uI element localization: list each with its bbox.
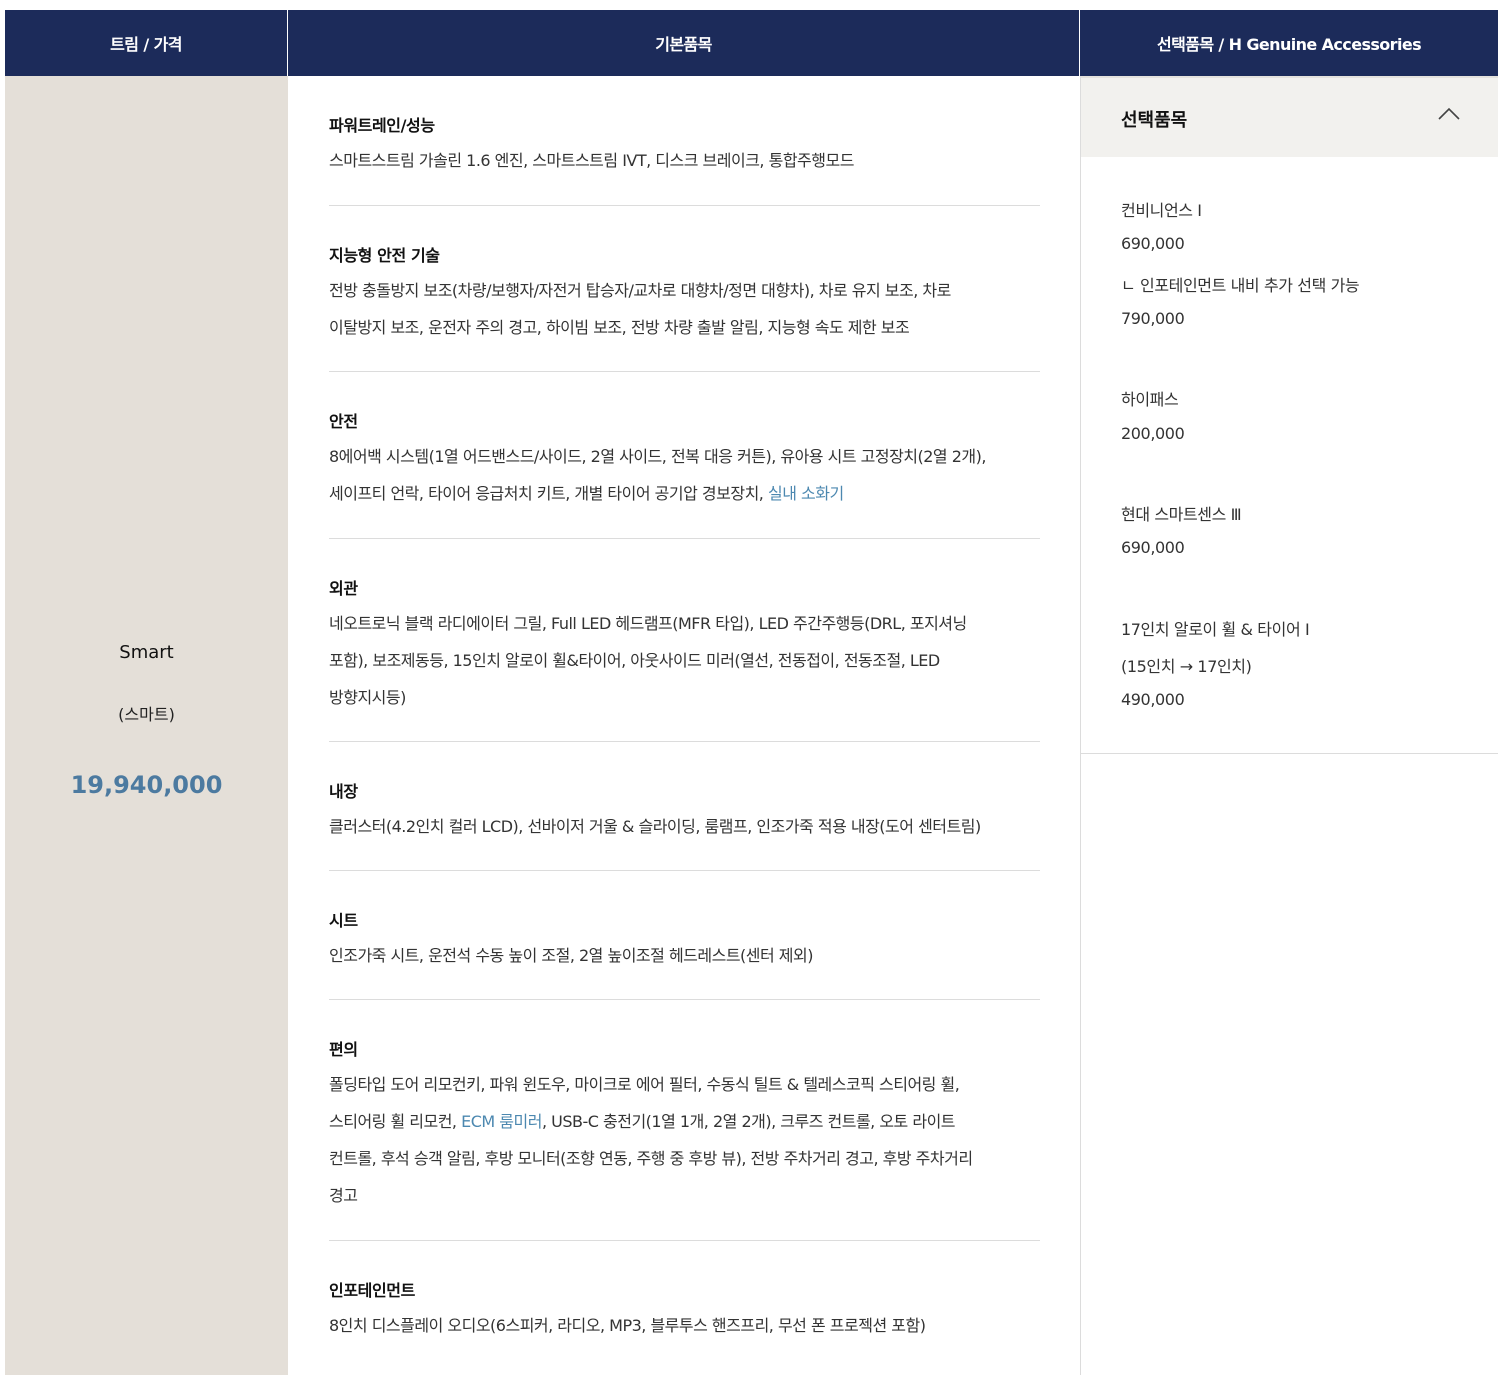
section-body: 폴딩타입 도어 리모컨키, 파워 윈도우, 마이크로 에어 필터, 수동식 틸트… (329, 1066, 1019, 1214)
section-interior: 내장 클러스터(4.2인치 컬러 LCD), 선바이저 거울 & 슬라이딩, 룸… (329, 742, 1040, 871)
options-cell: 선택품목 컨비니언스 Ⅰ 690,000 ㄴ 인포테인먼트 내비 추가 선택 가… (1080, 76, 1498, 1375)
options-title: 선택품목 (1121, 110, 1188, 131)
section-text: 전방 충돌방지 보조(차량/보행자/자전거 탑승자/교차로 대향차/정면 대향차… (329, 281, 951, 300)
option-price: 200,000 (1121, 424, 1185, 443)
option-price: 490,000 (1121, 690, 1185, 709)
option-price: 690,000 (1121, 234, 1185, 253)
section-title: 편의 (329, 1040, 358, 1059)
option-note: ㄴ 인포테인먼트 내비 추가 선택 가능 (1121, 276, 1360, 295)
section-text: 8인치 디스플레이 오디오(6스피커, 라디오, MP3, 블루투스 핸즈프리,… (329, 1316, 926, 1335)
section-body: 네오트로닉 블랙 라디에이터 그릴, Full LED 헤드램프(MFR 타입)… (329, 605, 1019, 716)
option-name: 17인치 알로이 휠 & 타이어 Ⅰ (1121, 620, 1310, 639)
option-name: 현대 스마트센스 Ⅲ (1121, 505, 1242, 524)
section-title: 지능형 안전 기술 (329, 246, 440, 265)
section-text-row: 세이프티 언락, 타이어 응급처치 키트, 개별 타이어 공기압 경보장치, 실… (329, 475, 1019, 512)
section-exterior: 외관 네오트로닉 블랙 라디에이터 그릴, Full LED 헤드램프(MFR … (329, 539, 1040, 742)
chevron-up-icon[interactable] (1436, 102, 1462, 128)
section-text: 포함), 보조제동등, 15인치 알로이 휠&타이어, 아웃사이드 미러(열선,… (329, 651, 940, 670)
section-title: 내장 (329, 782, 358, 801)
section-text: 8에어백 시스템(1열 어드밴스드/사이드, 2열 사이드, 전복 대응 커튼)… (329, 447, 986, 466)
section-title: 인포테인먼트 (329, 1281, 415, 1300)
option-price: 690,000 (1121, 538, 1185, 557)
options-accordion-header[interactable]: 선택품목 (1081, 76, 1498, 157)
header-basic-items: 기본품목 (288, 10, 1080, 76)
section-body: 8에어백 시스템(1열 어드밴스드/사이드, 2열 사이드, 전복 대응 커튼)… (329, 438, 1019, 512)
section-infotainment: 인포테인먼트 8인치 디스플레이 오디오(6스피커, 라디오, MP3, 블루투… (329, 1241, 1040, 1375)
header-trim-price: 트림 / 가격 (5, 10, 288, 76)
section-text: 컨트롤, 후석 승객 알림, 후방 모니터(조향 연동, 주행 중 후방 뷰),… (329, 1149, 973, 1168)
option-note: (15인치 → 17인치) (1121, 657, 1252, 676)
section-title: 시트 (329, 911, 358, 930)
trim-cell: Smart (스마트) 19,940,000 (5, 76, 288, 1375)
section-seat: 시트 인조가죽 시트, 운전석 수동 높이 조절, 2열 높이조절 헤드레스트(… (329, 871, 1040, 1000)
basic-items-cell: 파워트레인/성능 스마트스트림 가솔린 1.6 엔진, 스마트스트림 IVT, … (288, 76, 1080, 1375)
section-convenience: 편의 폴딩타입 도어 리모컨키, 파워 윈도우, 마이크로 에어 필터, 수동식… (329, 1000, 1040, 1241)
section-title: 안전 (329, 412, 358, 431)
section-text: 인조가죽 시트, 운전석 수동 높이 조절, 2열 높이조절 헤드레스트(센터 … (329, 946, 814, 965)
section-title: 외관 (329, 579, 358, 598)
option-name: 하이패스 (1121, 390, 1179, 409)
trim-comparison-table: 트림 / 가격 기본품목 선택품목 / H Genuine Accessorie… (5, 10, 1498, 1375)
section-body: 8인치 디스플레이 오디오(6스피커, 라디오, MP3, 블루투스 핸즈프리,… (329, 1307, 1019, 1344)
option-name: 컨비니언스 Ⅰ (1121, 201, 1202, 220)
section-text: 이탈방지 보조, 운전자 주의 경고, 하이빔 보조, 전방 차량 출발 알림,… (329, 318, 910, 337)
fire-extinguisher-link[interactable]: 실내 소화기 (768, 484, 844, 503)
section-text: 폴딩타입 도어 리모컨키, 파워 윈도우, 마이크로 에어 필터, 수동식 틸트… (329, 1075, 960, 1094)
section-text: , USB-C 충전기(1열 1개, 2열 2개), 크루즈 컨트롤, 오토 라… (541, 1112, 956, 1131)
section-body: 인조가죽 시트, 운전석 수동 높이 조절, 2열 높이조절 헤드레스트(센터 … (329, 937, 1019, 974)
section-title: 파워트레인/성능 (329, 116, 435, 135)
section-text: 경고 (329, 1186, 358, 1205)
section-text-row: 스티어링 휠 리모컨, ECM 룸미러, USB-C 충전기(1열 1개, 2열… (329, 1103, 1019, 1140)
section-smart-safety: 지능형 안전 기술 전방 충돌방지 보조(차량/보행자/자전거 탑승자/교차로 … (329, 206, 1040, 372)
section-safety: 안전 8에어백 시스템(1열 어드밴스드/사이드, 2열 사이드, 전복 대응 … (329, 372, 1040, 539)
trim-name: Smart (119, 642, 174, 663)
options-list: 컨비니언스 Ⅰ 690,000 ㄴ 인포테인먼트 내비 추가 선택 가능 790… (1081, 157, 1498, 754)
header-options: 선택품목 / H Genuine Accessories (1156, 35, 1422, 54)
section-powertrain: 파워트레인/성능 스마트스트림 가솔린 1.6 엔진, 스마트스트림 IVT, … (329, 76, 1040, 206)
section-text: 방향지시등) (329, 688, 406, 707)
section-text: 클러스터(4.2인치 컬러 LCD), 선바이저 거울 & 슬라이딩, 룸램프,… (329, 817, 981, 836)
trim-price: 19,940,000 (70, 771, 223, 799)
section-body: 클러스터(4.2인치 컬러 LCD), 선바이저 거울 & 슬라이딩, 룸램프,… (329, 808, 1019, 845)
section-text: 스마트스트림 가솔린 1.6 엔진, 스마트스트림 IVT, 디스크 브레이크,… (329, 151, 854, 170)
option-price: 790,000 (1121, 309, 1185, 328)
section-text: 세이프티 언락, 타이어 응급처치 키트, 개별 타이어 공기압 경보장치, (329, 484, 768, 503)
table-header: 트림 / 가격 기본품목 선택품목 / H Genuine Accessorie… (5, 10, 1498, 76)
section-body: 스마트스트림 가솔린 1.6 엔진, 스마트스트림 IVT, 디스크 브레이크,… (329, 142, 1019, 179)
trim-subtitle: (스마트) (118, 705, 175, 724)
section-text: 네오트로닉 블랙 라디에이터 그릴, Full LED 헤드램프(MFR 타입)… (329, 614, 967, 633)
section-text: 스티어링 휠 리모컨, (329, 1112, 462, 1131)
section-body: 전방 충돌방지 보조(차량/보행자/자전거 탑승자/교차로 대향차/정면 대향차… (329, 272, 1019, 346)
ecm-mirror-link[interactable]: ECM 룸미러 (461, 1112, 542, 1131)
